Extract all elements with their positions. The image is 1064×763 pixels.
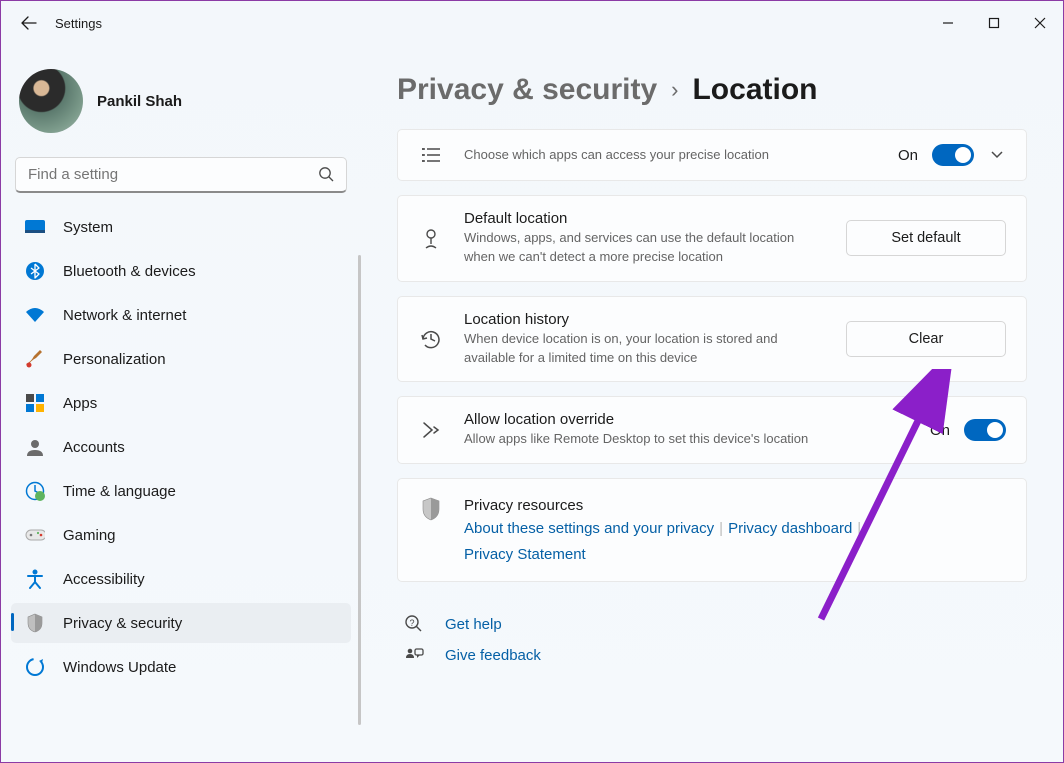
clear-button[interactable]: Clear xyxy=(846,321,1006,357)
card-desc: Windows, apps, and services can use the … xyxy=(464,229,826,267)
minimize-icon xyxy=(942,17,954,29)
feedback-icon xyxy=(403,646,425,664)
search-wrap xyxy=(15,157,347,193)
close-icon xyxy=(1034,17,1046,29)
toggle-state: On xyxy=(930,422,950,439)
clock-globe-icon xyxy=(25,481,45,501)
list-icon xyxy=(418,146,444,164)
footer-links: ? Get help Give feedback xyxy=(397,608,1027,670)
sidebar-item-gaming[interactable]: Gaming xyxy=(11,515,351,555)
sidebar-item-accessibility[interactable]: Accessibility xyxy=(11,559,351,599)
help-icon: ? xyxy=(403,614,425,634)
main-content: Privacy & security › Location Choose whi… xyxy=(361,45,1063,762)
wifi-icon xyxy=(25,305,45,325)
link-separator: | xyxy=(714,520,728,537)
app-title: Settings xyxy=(55,16,102,31)
breadcrumb: Privacy & security › Location xyxy=(397,73,1027,107)
card-desc: Choose which apps can access your precis… xyxy=(464,146,878,165)
card-location-override: Allow location override Allow apps like … xyxy=(397,396,1027,464)
profile-name: Pankil Shah xyxy=(97,93,182,110)
card-desc: When device location is on, your locatio… xyxy=(464,330,826,368)
set-default-button[interactable]: Set default xyxy=(846,220,1006,256)
maximize-icon xyxy=(988,17,1000,29)
precise-location-toggle[interactable] xyxy=(932,144,974,166)
card-default-location: Default location Windows, apps, and serv… xyxy=(397,195,1027,282)
nav-label: Accessibility xyxy=(63,571,145,588)
nav-label: Personalization xyxy=(63,351,166,368)
bluetooth-icon xyxy=(25,261,45,281)
sidebar-item-apps[interactable]: Apps xyxy=(11,383,351,423)
sidebar: Pankil Shah System Bluetooth & devices N… xyxy=(1,45,361,762)
card-title: Default location xyxy=(464,210,826,227)
person-icon xyxy=(25,437,45,457)
nav-label: Time & language xyxy=(63,483,176,500)
search-input[interactable] xyxy=(15,157,347,193)
back-button[interactable] xyxy=(19,13,39,33)
link-separator: | xyxy=(852,520,866,537)
sidebar-item-personalization[interactable]: Personalization xyxy=(11,339,351,379)
sidebar-item-time[interactable]: Time & language xyxy=(11,471,351,511)
link-label: Give feedback xyxy=(445,647,541,664)
scrollbar[interactable] xyxy=(358,255,361,725)
update-icon xyxy=(25,657,45,677)
card-title: Location history xyxy=(464,311,826,328)
nav-label: Windows Update xyxy=(63,659,176,676)
nav-label: Accounts xyxy=(63,439,125,456)
breadcrumb-current: Location xyxy=(692,73,817,107)
nav-label: Bluetooth & devices xyxy=(63,263,196,280)
chevron-right-icon: › xyxy=(671,77,678,103)
nav-label: Privacy & security xyxy=(63,615,182,632)
link-privacy-statement[interactable]: Privacy Statement xyxy=(464,546,586,563)
svg-text:?: ? xyxy=(410,618,415,628)
link-label: Get help xyxy=(445,616,502,633)
chevron-down-icon[interactable] xyxy=(988,150,1006,160)
accessibility-icon xyxy=(25,569,45,589)
breadcrumb-parent[interactable]: Privacy & security xyxy=(397,73,657,107)
card-title: Privacy resources xyxy=(464,497,1006,514)
shield-icon xyxy=(418,497,444,521)
titlebar: Settings xyxy=(1,1,1063,45)
nav-label: Apps xyxy=(63,395,97,412)
search-icon xyxy=(318,166,335,188)
give-feedback-link[interactable]: Give feedback xyxy=(397,640,1027,670)
brush-icon xyxy=(25,349,45,369)
link-about-settings[interactable]: About these settings and your privacy xyxy=(464,520,714,537)
maximize-button[interactable] xyxy=(971,7,1017,39)
minimize-button[interactable] xyxy=(925,7,971,39)
gamepad-icon xyxy=(25,525,45,545)
sidebar-item-privacy[interactable]: Privacy & security xyxy=(11,603,351,643)
toggle-state: On xyxy=(898,147,918,164)
link-privacy-dashboard[interactable]: Privacy dashboard xyxy=(728,520,852,537)
nav-label: System xyxy=(63,219,113,236)
sidebar-item-bluetooth[interactable]: Bluetooth & devices xyxy=(11,251,351,291)
apps-icon xyxy=(25,393,45,413)
card-title: Allow location override xyxy=(464,411,910,428)
sidebar-item-system[interactable]: System xyxy=(11,207,351,247)
nav-label: Network & internet xyxy=(63,307,186,324)
sidebar-item-network[interactable]: Network & internet xyxy=(11,295,351,335)
nav: System Bluetooth & devices Network & int… xyxy=(9,207,353,687)
avatar xyxy=(19,69,83,133)
sidebar-item-accounts[interactable]: Accounts xyxy=(11,427,351,467)
nav-label: Gaming xyxy=(63,527,116,544)
card-location-history: Location history When device location is… xyxy=(397,296,1027,383)
sidebar-item-update[interactable]: Windows Update xyxy=(11,647,351,687)
card-privacy-resources: Privacy resources About these settings a… xyxy=(397,478,1027,582)
get-help-link[interactable]: ? Get help xyxy=(397,608,1027,640)
override-icon xyxy=(418,419,444,441)
arrow-left-icon xyxy=(21,15,37,31)
pin-icon xyxy=(418,226,444,250)
system-icon xyxy=(25,217,45,237)
window-controls xyxy=(925,7,1063,39)
history-icon xyxy=(418,327,444,351)
shield-icon xyxy=(25,613,45,633)
card-precise-location[interactable]: Choose which apps can access your precis… xyxy=(397,129,1027,181)
override-toggle[interactable] xyxy=(964,419,1006,441)
card-desc: Allow apps like Remote Desktop to set th… xyxy=(464,430,910,449)
close-button[interactable] xyxy=(1017,7,1063,39)
profile[interactable]: Pankil Shah xyxy=(9,63,353,151)
